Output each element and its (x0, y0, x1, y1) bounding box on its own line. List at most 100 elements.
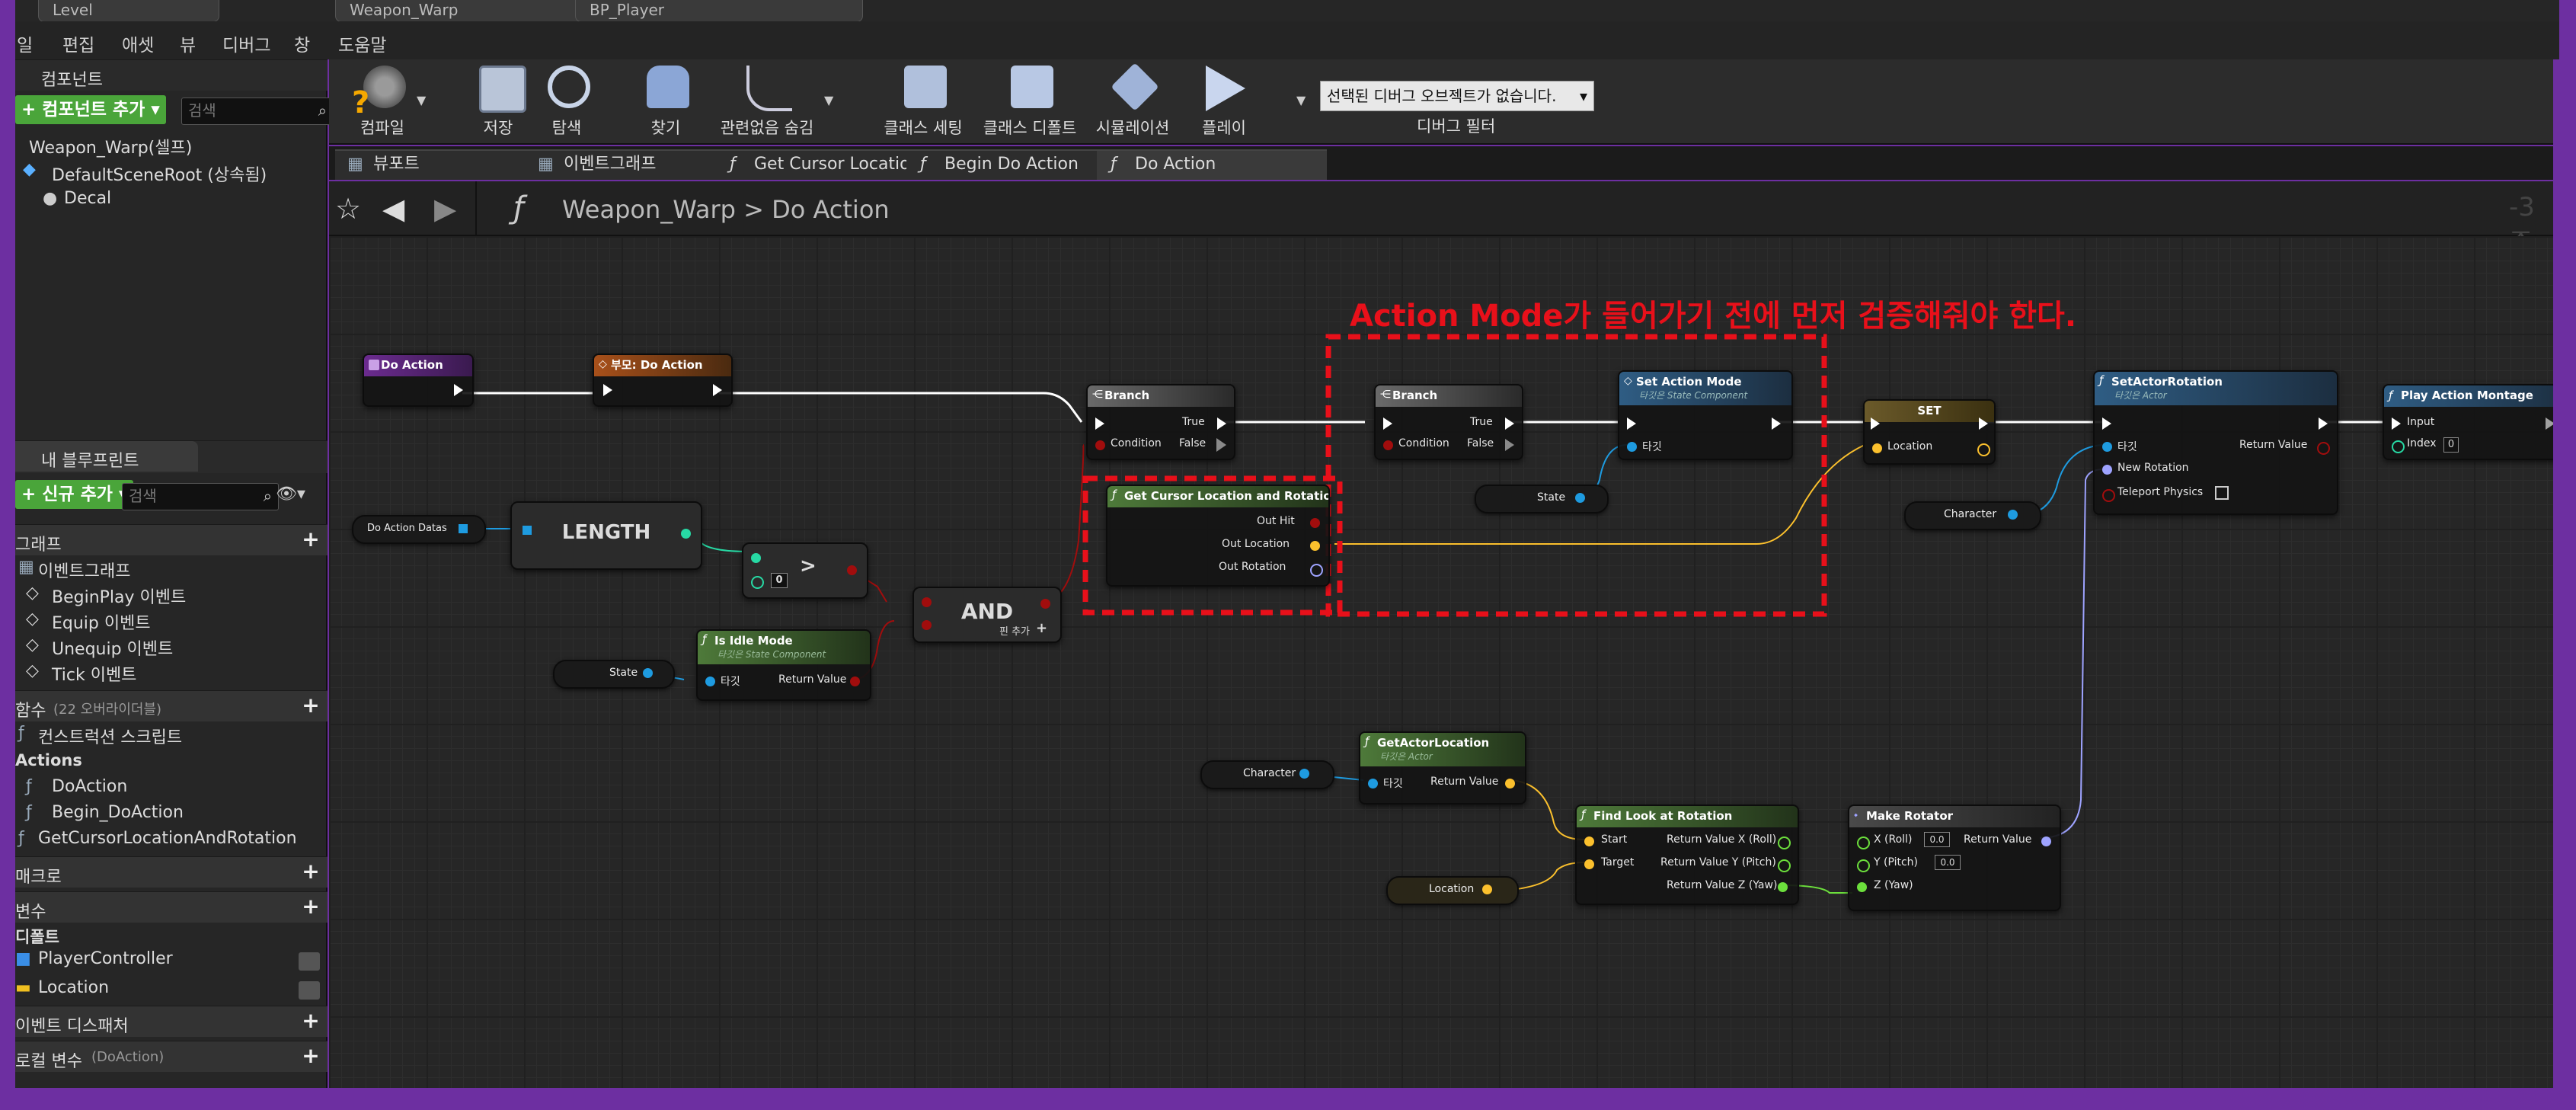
node-parent-do-action[interactable]: 부모: Do Action ◇ (593, 353, 733, 407)
class-defaults-button[interactable]: 클래스 디폴트 (976, 59, 1083, 145)
exec-in-pin[interactable] (1627, 417, 1636, 430)
state-out-pin[interactable] (643, 668, 653, 678)
browse-button[interactable]: 탐색 (513, 59, 620, 145)
pitch-value-input[interactable]: 0.0 (1935, 855, 1961, 870)
target-pin[interactable] (1627, 442, 1637, 452)
node-location-variable[interactable]: Location (1386, 876, 1519, 905)
pitch-pin[interactable] (1857, 859, 1870, 872)
location-out-pin[interactable] (1482, 884, 1492, 894)
b-value-input[interactable]: 0 (771, 573, 788, 588)
node-character-variable[interactable]: Character (1904, 501, 2041, 530)
out-location-pin[interactable] (1310, 541, 1320, 551)
node-character-variable[interactable]: Character (1200, 760, 1334, 789)
dispatchers-section-header[interactable]: 이벤트 디스패처 + (15, 1006, 328, 1037)
exec-in-pin[interactable] (1095, 417, 1104, 430)
play-button[interactable]: 플레이 (1171, 59, 1277, 145)
exec-true-pin[interactable] (1217, 417, 1226, 430)
target-pin[interactable] (2102, 442, 2112, 452)
eye-icon[interactable]: 👁▾ (276, 485, 305, 504)
actions-category[interactable]: Actions (15, 751, 82, 769)
menu-asset[interactable]: 애셋 (122, 30, 154, 56)
component-decal[interactable]: Decal (64, 189, 111, 208)
roll-out-pin[interactable] (1778, 836, 1791, 849)
node-set-location[interactable]: SET Location (1863, 399, 1996, 465)
node-play-action-montage[interactable]: Play Action Montage ƒ Input Index 0 (2383, 384, 2553, 460)
add-graph-icon[interactable]: + (302, 529, 320, 550)
exec-out-pin[interactable] (1979, 417, 1988, 430)
hide-unrelated-button[interactable]: 관련없음 숨김 (702, 59, 832, 145)
variable-item-location[interactable]: Location (38, 978, 109, 997)
condition-pin[interactable] (1383, 440, 1393, 450)
new-rotation-pin[interactable] (2102, 465, 2112, 475)
tab-event-graph[interactable]: ▦ 이벤트그래프 (526, 149, 746, 180)
exec-in-pin[interactable] (1871, 417, 1880, 430)
breadcrumb-function[interactable]: Do Action (772, 195, 890, 224)
event-item-beginplay[interactable]: BeginPlay 이벤트 (52, 584, 186, 608)
my-blueprint-search-input[interactable]: 검색 ⌕ (122, 483, 279, 510)
location-in-pin[interactable] (1872, 443, 1882, 453)
node-make-rotator[interactable]: Make Rotator ⬩ X (Roll) 0.0 Y (Pitch) 0.… (1848, 805, 2061, 911)
int-out-pin[interactable] (681, 529, 691, 539)
character-out-pin[interactable] (2008, 510, 2018, 520)
event-item-unequip[interactable]: Unequip 이벤트 (52, 635, 173, 660)
out-hit-pin[interactable] (1310, 518, 1320, 528)
exec-out-pin[interactable] (1772, 417, 1781, 430)
state-out-pin[interactable] (1575, 493, 1585, 503)
back-arrow-icon[interactable]: ◀ (382, 192, 404, 226)
function-item-get-cursor[interactable]: GetCursorLocationAndRotation (38, 829, 297, 848)
return-value-pin[interactable] (850, 677, 860, 686)
component-default-scene-root[interactable]: DefaultSceneRoot (상속됨) (52, 162, 267, 186)
doc-tab-weapon-warp[interactable]: Weapon_Warp (335, 0, 593, 22)
tab-begin-do-action[interactable]: ƒ Begin Do Action (906, 149, 1127, 180)
condition-pin[interactable] (1095, 440, 1105, 450)
exec-in-pin[interactable] (1383, 417, 1392, 430)
menu-help[interactable]: 도움말 (338, 30, 386, 56)
menu-edit[interactable]: 편집 (62, 30, 94, 56)
menu-file[interactable]: 일 (17, 30, 33, 56)
add-variable-icon[interactable]: + (302, 896, 320, 917)
rotator-out-pin[interactable] (2041, 836, 2051, 846)
node-state-variable[interactable]: State (1475, 485, 1609, 513)
a-pin[interactable] (751, 553, 761, 563)
breadcrumb-blueprint[interactable]: Weapon_Warp (562, 195, 736, 224)
exec-false-pin[interactable] (1216, 438, 1226, 452)
target-pin[interactable] (1584, 859, 1594, 869)
macros-section-header[interactable]: 매크로 + (15, 856, 328, 888)
event-item-tick[interactable]: Tick 이벤트 (52, 661, 136, 686)
functions-section-header[interactable]: 함수 (22 오버라이더블) + (15, 690, 328, 721)
index-pin[interactable] (2392, 440, 2405, 453)
favorite-star-icon[interactable]: ☆ (335, 192, 361, 226)
exec-out-pin[interactable] (2546, 417, 2553, 430)
construction-script-item[interactable]: 컨스트럭션 스크립트 (38, 724, 182, 748)
node-get-cursor-location-and-rotation[interactable]: Get Cursor Location and Rotation ƒ Out H… (1106, 485, 1330, 587)
menu-window[interactable]: 창 (294, 30, 310, 56)
roll-pin[interactable] (1857, 836, 1870, 849)
yaw-pin[interactable] (1857, 882, 1867, 892)
add-pin-label[interactable]: 핀 추가 (999, 623, 1030, 638)
add-function-icon[interactable]: + (302, 695, 320, 716)
node-get-actor-location[interactable]: GetActorLocation 타깃은 Actor ƒ 타깃 Return V… (1359, 731, 1526, 805)
doc-tab-bp-player[interactable]: BP_Player (575, 0, 863, 22)
node-state-variable[interactable]: State (553, 660, 675, 689)
tab-viewport[interactable]: ▦ 뷰포트 (335, 149, 556, 180)
compile-options-chevron-icon[interactable]: ▼ (417, 93, 426, 107)
event-item-equip[interactable]: Equip 이벤트 (52, 609, 151, 634)
exec-out-pin[interactable] (713, 384, 722, 396)
variable-visibility-icon[interactable] (299, 952, 320, 971)
pitch-out-pin[interactable] (1778, 859, 1791, 872)
yaw-out-pin[interactable] (1778, 882, 1788, 892)
graph-section-header[interactable]: 그래프 + (15, 524, 328, 555)
debug-object-select[interactable]: 선택된 디버그 오브젝트가 없습니다. ▾ (1320, 81, 1594, 111)
blueprint-graph-canvas[interactable]: Action Mode가 들어가기 전에 먼저 검증해줘야 한다. Do Act… (329, 236, 2553, 1088)
variables-section-header[interactable]: 변수 + (15, 891, 328, 923)
add-new-button[interactable]: + 신규 추가 ▾ (15, 480, 134, 509)
out-rotation-pin[interactable] (1310, 564, 1323, 577)
add-component-button[interactable]: + 컴포넌트 추가 ▾ (15, 95, 166, 124)
doc-tab-level[interactable]: Level (38, 0, 219, 22)
return-value-pin[interactable] (2317, 442, 2330, 455)
menu-view[interactable]: 뷰 (180, 30, 196, 56)
variable-visibility-icon[interactable] (299, 981, 320, 1000)
tab-do-action[interactable]: ƒ Do Action (1097, 149, 1327, 180)
character-out-pin[interactable] (1299, 769, 1309, 779)
exec-in-pin[interactable] (603, 384, 612, 396)
